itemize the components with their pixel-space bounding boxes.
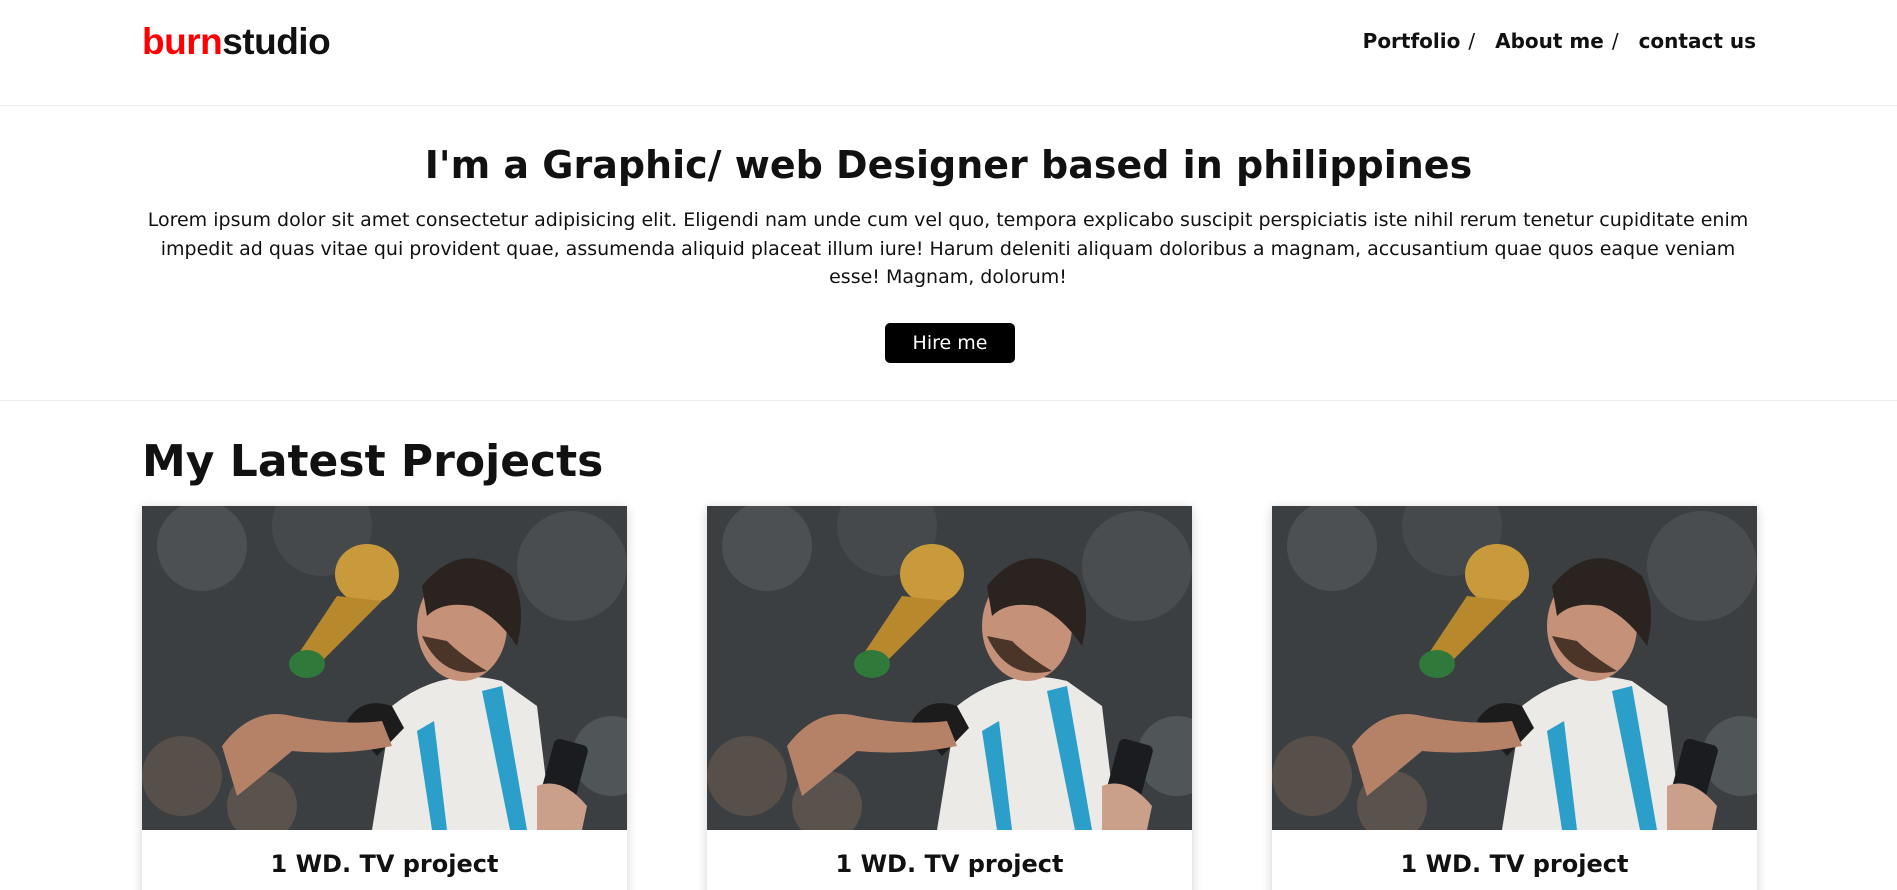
projects-heading: My Latest Projects bbox=[142, 436, 604, 487]
project-card[interactable]: 1 WD. TV project bbox=[142, 506, 627, 890]
brand-logo[interactable]: burnstudio bbox=[142, 20, 331, 64]
project-card[interactable]: 1 WD. TV project bbox=[707, 506, 1192, 890]
hero-description: Lorem ipsum dolor sit amet consectetur a… bbox=[147, 209, 1749, 288]
nav-link-contact-us[interactable]: contact us bbox=[1639, 28, 1756, 54]
nav-separator: / bbox=[1611, 29, 1619, 53]
project-title[interactable]: 1 WD. TV project bbox=[142, 848, 627, 880]
nav-separator: / bbox=[1468, 29, 1476, 53]
main-nav: Portfolio / About me / contact us bbox=[1363, 28, 1756, 54]
hero-title: I'm a Graphic/ web Designer based in phi… bbox=[424, 143, 1473, 187]
hire-me-button[interactable]: Hire me bbox=[885, 323, 1015, 363]
brand-logo-part2: studio bbox=[222, 21, 331, 62]
project-title[interactable]: 1 WD. TV project bbox=[1272, 848, 1757, 880]
project-image[interactable] bbox=[142, 506, 627, 830]
hero-section: I'm a Graphic/ web Designer based in phi… bbox=[0, 107, 1897, 401]
brand-logo-part1: burn bbox=[142, 21, 223, 62]
site-header: burnstudio Portfolio / About me / contac… bbox=[0, 0, 1897, 106]
project-image[interactable] bbox=[1272, 506, 1757, 830]
project-card[interactable]: 1 WD. TV project bbox=[1272, 506, 1757, 890]
project-title[interactable]: 1 WD. TV project bbox=[707, 848, 1192, 880]
nav-link-portfolio[interactable]: Portfolio bbox=[1363, 28, 1461, 54]
nav-link-about-me[interactable]: About me bbox=[1495, 28, 1604, 54]
project-image[interactable] bbox=[707, 506, 1192, 830]
